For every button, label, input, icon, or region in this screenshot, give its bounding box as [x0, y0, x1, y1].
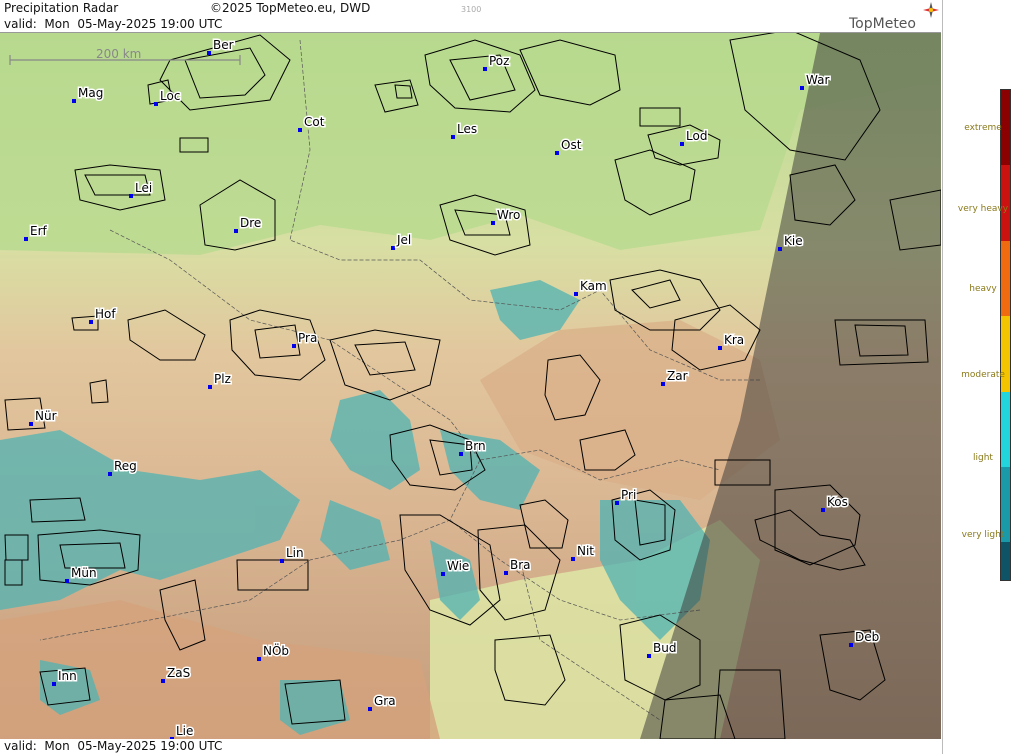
- city-label-kra: Kra: [724, 333, 744, 347]
- city-label-lie: Lie: [176, 724, 193, 738]
- city-label-cot: Cot: [304, 115, 325, 129]
- city-label-pri: Pri: [621, 488, 636, 502]
- radar-map[interactable]: 200 km Ber Poz War Mag Loc Cot Les Ost Lod Lei Erf…: [0, 33, 941, 739]
- city-label-zar: Zar: [667, 369, 688, 383]
- footer-valid-time: valid: Mon 05-May-2025 19:00 UTC: [4, 739, 223, 753]
- map-code: 3100: [461, 5, 482, 14]
- city-label-loc: Loc: [160, 89, 180, 103]
- city-marker-jel: [391, 246, 395, 250]
- legend-label-very-heavy: very heavy: [957, 204, 1009, 214]
- legend-label-heavy: heavy: [969, 284, 997, 294]
- precipitation-legend: extreme very heavy heavy moderate light …: [942, 0, 1033, 754]
- city-marker-inn: [52, 682, 56, 686]
- city-marker-wro: [491, 221, 495, 225]
- city-marker-kos: [821, 508, 825, 512]
- city-label-deb: Deb: [855, 630, 879, 644]
- city-label-poz: Poz: [489, 54, 509, 68]
- city-marker-ost: [555, 151, 559, 155]
- city-label-plz: Plz: [214, 372, 231, 386]
- city-label-bud: Bud: [653, 641, 676, 655]
- city-marker-mün: [65, 579, 69, 583]
- city-label-brn: Brn: [465, 439, 486, 453]
- city-label-bra: Bra: [510, 558, 531, 572]
- city-marker-pra: [292, 344, 296, 348]
- city-label-dre: Dre: [240, 216, 261, 230]
- city-label-pra: Pra: [298, 331, 317, 345]
- city-marker-mag: [72, 99, 76, 103]
- city-label-lod: Lod: [686, 129, 707, 143]
- city-label-ber: Ber: [213, 38, 234, 52]
- city-marker-poz: [483, 67, 487, 71]
- city-label-ost: Ost: [561, 138, 582, 152]
- city-marker-reg: [108, 472, 112, 476]
- city-marker-cot: [298, 128, 302, 132]
- city-marker-deb: [849, 643, 853, 647]
- city-label-gra: Gra: [374, 694, 396, 708]
- city-label-mün: Mün: [71, 566, 97, 580]
- legend-color-bar: [1000, 89, 1011, 581]
- city-marker-gra: [368, 707, 372, 711]
- footer-bar: valid: Mon 05-May-2025 19:00 UTC: [0, 739, 941, 754]
- city-marker-zas: [161, 679, 165, 683]
- city-marker-kam: [574, 292, 578, 296]
- city-marker-zar: [661, 382, 665, 386]
- city-label-erf: Erf: [30, 224, 48, 238]
- city-marker-nür: [29, 422, 33, 426]
- city-label-wie: Wie: [447, 559, 469, 573]
- city-label-jel: Jel: [396, 233, 411, 247]
- city-label-nöb: NÖb: [263, 642, 289, 658]
- city-label-nit: Nit: [577, 544, 594, 558]
- compass-logo-icon: [923, 2, 939, 18]
- legend-stripe-2: [1001, 240, 1010, 317]
- city-marker-bra: [504, 571, 508, 575]
- city-label-zas: ZaS: [167, 666, 190, 680]
- city-marker-pri: [615, 501, 619, 505]
- legend-stripe-3: [1001, 316, 1010, 392]
- city-label-hof: Hof: [95, 307, 116, 321]
- city-marker-les: [451, 135, 455, 139]
- city-marker-war: [800, 86, 804, 90]
- city-label-wro: Wro: [497, 208, 520, 222]
- valid-time: valid: Mon 05-May-2025 19:00 UTC: [4, 17, 223, 31]
- city-marker-brn: [459, 452, 463, 456]
- city-marker-plz: [208, 385, 212, 389]
- map-title: Precipitation Radar: [4, 1, 119, 15]
- city-marker-dre: [234, 229, 238, 233]
- legend-label-light: light: [973, 453, 993, 463]
- city-marker-erf: [24, 237, 28, 241]
- city-label-nür: Nür: [35, 409, 57, 423]
- city-marker-lei: [129, 194, 133, 198]
- city-label-reg: Reg: [114, 459, 137, 473]
- city-label-lin: Lin: [286, 546, 304, 560]
- city-label-kos: Kos: [827, 495, 848, 509]
- city-label-war: War: [806, 73, 829, 87]
- city-label-les: Les: [457, 122, 477, 136]
- city-marker-kie: [778, 247, 782, 251]
- legend-label-moderate: moderate: [961, 370, 1005, 380]
- legend-label-extreme: extreme: [964, 123, 1002, 133]
- city-label-mag: Mag: [78, 86, 103, 100]
- city-label-kam: Kam: [580, 279, 607, 293]
- city-marker-wie: [441, 572, 445, 576]
- city-marker-lin: [280, 559, 284, 563]
- city-marker-nöb: [257, 657, 261, 661]
- city-marker-loc: [154, 102, 158, 106]
- city-marker-ber: [207, 51, 211, 55]
- scale-bar-label: 200 km: [96, 47, 141, 61]
- city-marker-kra: [718, 346, 722, 350]
- header-bar: Precipitation Radar ©2025 TopMeteo.eu, D…: [0, 0, 941, 33]
- city-marker-hof: [89, 320, 93, 324]
- city-marker-nit: [571, 557, 575, 561]
- city-marker-lod: [680, 142, 684, 146]
- city-label-kie: Kie: [784, 234, 803, 248]
- city-label-inn: Inn: [58, 669, 77, 683]
- brand-logo: TopMeteo: [849, 16, 916, 32]
- copyright-text: ©2025 TopMeteo.eu, DWD: [210, 1, 371, 15]
- legend-label-very-light: very light: [961, 530, 1005, 540]
- city-marker-bud: [647, 654, 651, 658]
- city-label-lei: Lei: [135, 181, 152, 195]
- legend-stripe-6: [1001, 542, 1010, 581]
